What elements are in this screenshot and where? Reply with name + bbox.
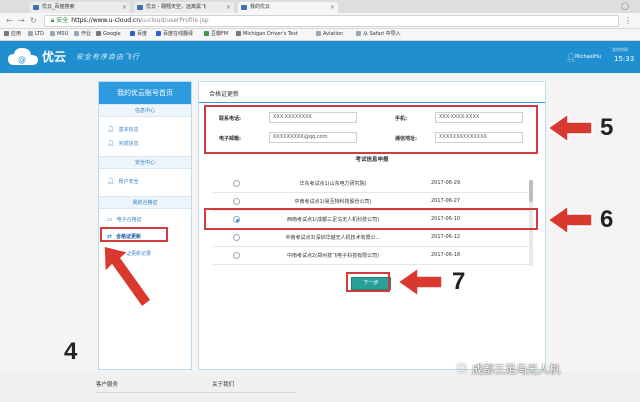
browser-menu-icon[interactable]: ⋮ bbox=[624, 16, 632, 25]
sidebar-title[interactable]: 我的优云账号首页 bbox=[99, 82, 191, 104]
douban-icon bbox=[204, 31, 209, 36]
folder-icon bbox=[28, 31, 33, 36]
close-tab-icon[interactable]: × bbox=[226, 2, 231, 13]
site-header: @ 优云 安全有序自由飞行 👤︎ MichaelHu 北京时间 15:33 bbox=[0, 41, 640, 73]
step-number-7: 7 bbox=[452, 268, 466, 295]
exam-site-name: 中南考试点1(易互特科技股份公司) bbox=[294, 199, 372, 205]
bookmark-item[interactable]: 百度 bbox=[130, 29, 147, 40]
browser-tab[interactable]: 优云_百度搜索 × bbox=[30, 2, 130, 13]
page-icon bbox=[236, 31, 241, 36]
section-my-certificate: 我的合格证 bbox=[99, 196, 191, 209]
reload-icon[interactable]: ↻ bbox=[30, 16, 37, 26]
bookmarks-bar: 应用 LTD MSU 作业 Google 百度 百度在线翻译 豆瓣FM Mich… bbox=[0, 29, 640, 41]
favicon-icon bbox=[137, 5, 143, 10]
exam-date: 2017-06-29 bbox=[431, 180, 461, 186]
browser-tab[interactable]: 优云 - 翱翔天空，远离黑飞 × bbox=[134, 2, 234, 13]
annotation-box-contact bbox=[204, 105, 538, 154]
sidebar: 我的优云账号首页 信息中心 👤︎ 基本信息 👤︎ 完成信息 安全中心 👤︎ 账户安全 … bbox=[98, 81, 192, 370]
close-tab-icon[interactable]: × bbox=[122, 2, 127, 13]
annotation-box-next bbox=[346, 272, 390, 292]
annotation-box-exam-select bbox=[204, 208, 538, 230]
folder-icon bbox=[74, 31, 79, 36]
bookmark-item[interactable]: Aviation bbox=[316, 29, 343, 40]
exam-row[interactable]: 中南考试点2(郑州技飞电子科技有限公司) 2017-06-18 bbox=[213, 247, 533, 265]
footer-customer-service[interactable]: 客户服务 bbox=[96, 380, 118, 388]
exam-site-name: 华东考试点1(山东电力研究院) bbox=[299, 181, 367, 187]
url-field[interactable]: 🔒︎ 安全 https://www.u-cloud.cn/u-cloud/userP… bbox=[44, 15, 619, 27]
exam-row[interactable]: 华东考试点1(山东电力研究院) 2017-06-29 bbox=[213, 175, 533, 193]
exam-radio[interactable] bbox=[233, 198, 240, 205]
favicon-icon bbox=[241, 5, 247, 10]
date-label: 北京时间 bbox=[612, 47, 628, 52]
url-domain: https://www.u-cloud.cn bbox=[71, 17, 141, 24]
slogan: 安全有序自由飞行 bbox=[76, 53, 140, 61]
logo-text[interactable]: 优云 bbox=[42, 48, 66, 65]
exam-date: 2017-06-12 bbox=[431, 234, 461, 240]
browser-tab-active[interactable]: 我的优云 × bbox=[238, 2, 338, 13]
watermark: 成都三足乌无人机 bbox=[472, 363, 560, 376]
exam-section-title: 考试信息申报 bbox=[355, 157, 389, 163]
exam-radio[interactable] bbox=[233, 252, 240, 259]
sidebar-item-basic-info[interactable]: 👤︎ 基本信息 bbox=[107, 126, 139, 134]
section-info-center: 信息中心 bbox=[99, 104, 191, 117]
footer-about-us[interactable]: 关于我们 bbox=[212, 380, 234, 388]
baidu-icon bbox=[130, 31, 135, 36]
exam-site-name: 中南考试点2(郑州技飞电子科技有限公司) bbox=[286, 253, 380, 259]
exam-row[interactable]: 中南考试点3(深圳华越无人机技术有限公... 2017-06-12 bbox=[213, 229, 533, 247]
user-icon: 👤︎ bbox=[107, 126, 115, 133]
page-title: 合格证更新 bbox=[209, 91, 240, 98]
close-tab-icon[interactable]: × bbox=[330, 2, 335, 13]
wechat-icon: ☺ bbox=[456, 362, 468, 375]
exam-date: 2017-06-18 bbox=[431, 252, 461, 258]
scrollbar-thumb[interactable] bbox=[529, 180, 533, 202]
exam-site-name: 中南考试点3(深圳华越无人机技术有限公... bbox=[285, 235, 381, 241]
title-divider bbox=[199, 102, 545, 103]
bookmark-item[interactable]: MSU bbox=[50, 29, 68, 40]
url-path: /u-cloud/userProfile.jsp bbox=[140, 17, 209, 24]
bookmark-item[interactable]: Michigan Driver's Test bbox=[236, 29, 298, 40]
bookmark-item[interactable]: 应用 bbox=[4, 29, 21, 40]
card-icon: ▭ bbox=[107, 216, 113, 223]
address-bar: ← → ↻ 🔒︎ 安全 https://www.u-cloud.cn/u-cloud… bbox=[0, 13, 640, 29]
bookmark-item[interactable]: LTD bbox=[28, 29, 44, 40]
svg-text:@: @ bbox=[18, 55, 26, 64]
sidebar-item-update-records[interactable]: ≡ 合格证更新记录 bbox=[107, 250, 151, 258]
person-icon: 👤︎ bbox=[107, 178, 115, 185]
sidebar-item-complete-info[interactable]: 👤︎ 完成信息 bbox=[107, 140, 139, 148]
apps-icon bbox=[4, 31, 9, 36]
profile-icon[interactable]: ◯ bbox=[616, 2, 634, 11]
google-icon bbox=[96, 31, 101, 36]
baidu-icon bbox=[156, 31, 161, 36]
bookmark-item[interactable]: 豆瓣FM bbox=[204, 29, 228, 40]
time-display: 15:33 bbox=[614, 55, 635, 63]
step-number-4: 4 bbox=[64, 338, 78, 365]
sidebar-item-account-security[interactable]: 👤︎ 账户安全 bbox=[107, 178, 139, 186]
bookmark-item[interactable]: Google bbox=[96, 29, 121, 40]
username[interactable]: MichaelHu bbox=[575, 54, 601, 60]
folder-icon bbox=[50, 31, 55, 36]
lock-icon: 🔒︎ bbox=[51, 17, 55, 24]
forward-icon[interactable]: → bbox=[18, 16, 25, 26]
user-icon: 👤︎ bbox=[107, 140, 115, 147]
folder-icon bbox=[316, 31, 321, 36]
bookmark-item[interactable]: 从 Safari 中导入 bbox=[356, 29, 401, 40]
step-number-6: 6 bbox=[600, 206, 614, 233]
favicon-icon bbox=[33, 5, 39, 10]
annotation-box-sidebar-item bbox=[100, 227, 168, 242]
folder-icon bbox=[356, 31, 361, 36]
step-number-5: 5 bbox=[600, 114, 614, 141]
cloud-logo-icon[interactable]: @ bbox=[6, 45, 40, 69]
bookmark-item[interactable]: 作业 bbox=[74, 29, 91, 40]
exam-date: 2017-06-27 bbox=[431, 198, 461, 204]
list-icon: ≡ bbox=[107, 250, 113, 257]
exam-radio[interactable] bbox=[233, 234, 240, 241]
section-security-center: 安全中心 bbox=[99, 156, 191, 169]
browser-tab-bar: 优云_百度搜索 × 优云 - 翱翔天空，远离黑飞 × 我的优云 × ◯ bbox=[0, 0, 640, 13]
secure-label: 安全 bbox=[56, 17, 69, 24]
sidebar-item-e-certificate[interactable]: ▭ 电子合格证 bbox=[107, 216, 142, 224]
bookmark-item[interactable]: 百度在线翻译 bbox=[156, 29, 193, 40]
back-icon[interactable]: ← bbox=[6, 16, 13, 26]
footer-divider bbox=[96, 392, 296, 393]
exam-radio[interactable] bbox=[233, 180, 240, 187]
